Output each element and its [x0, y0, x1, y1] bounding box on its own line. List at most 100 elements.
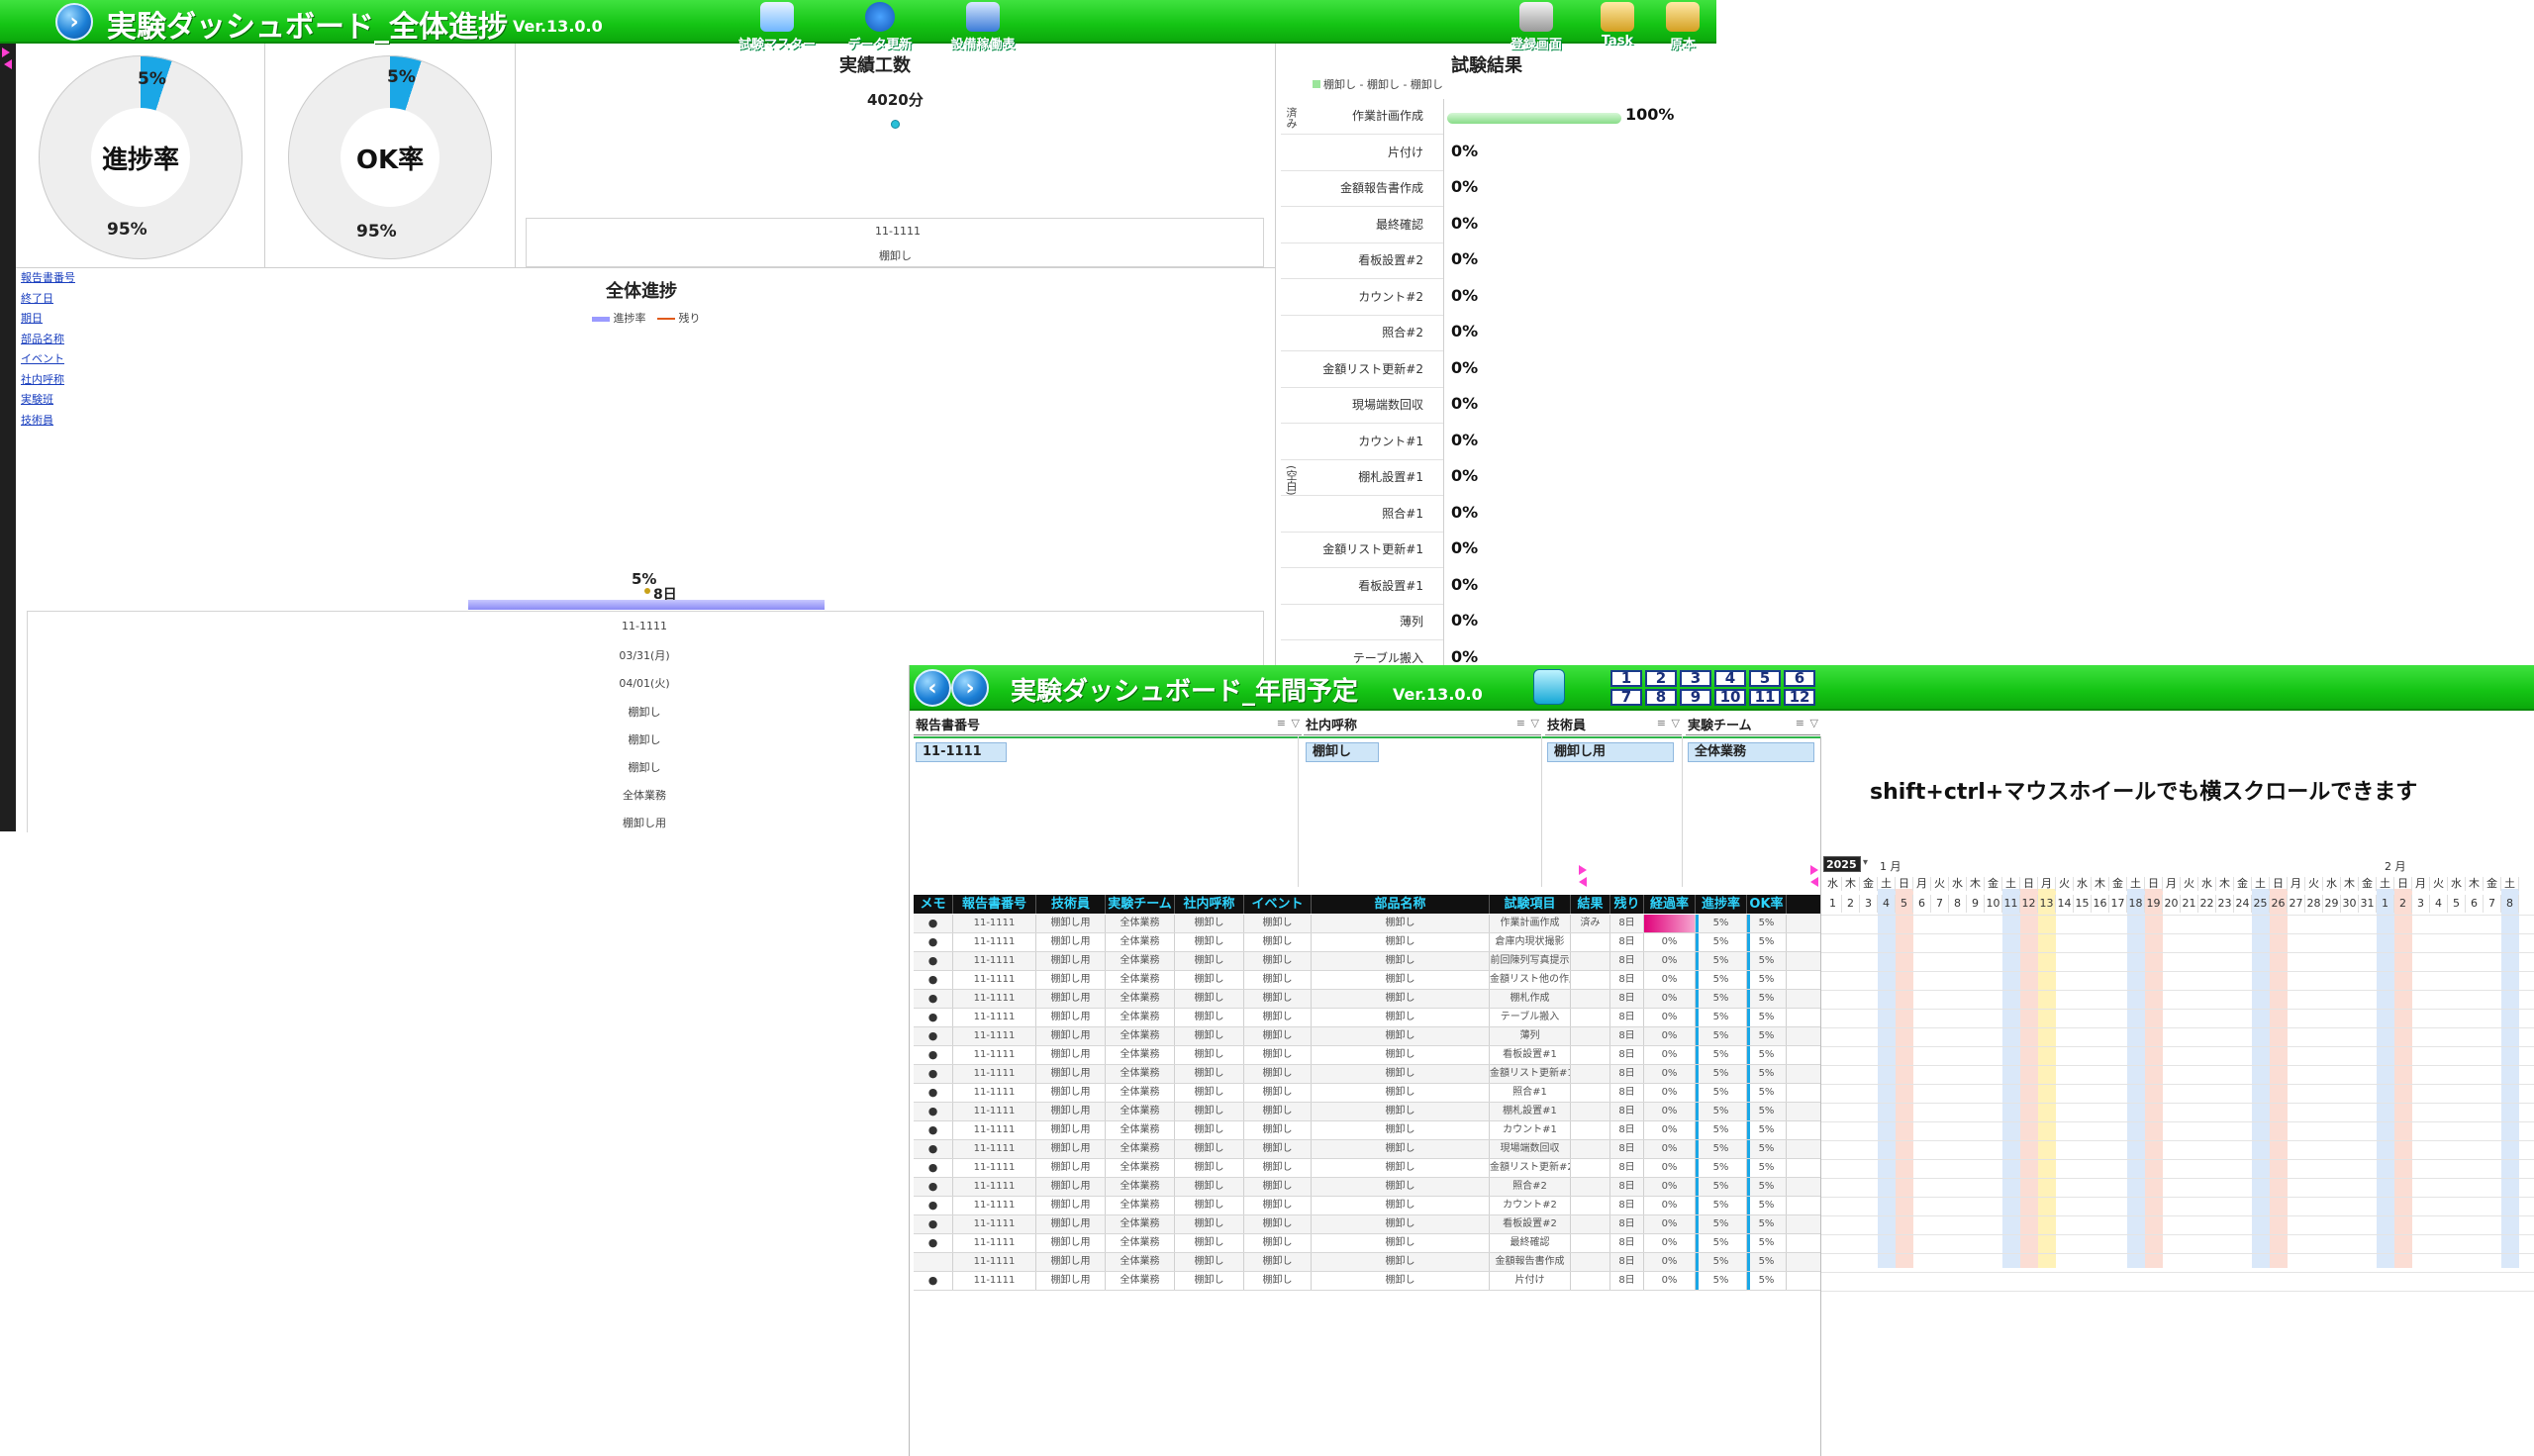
- calendar-day[interactable]: 26: [2270, 895, 2288, 913]
- table-row[interactable]: ● 11-1111 棚卸し用 全体業務 棚卸し 棚卸し 棚卸し 最終確認 8日 0% 5% 5%: [914, 1234, 1820, 1253]
- table-row[interactable]: ● 11-1111 棚卸し用 全体業務 棚卸し 棚卸し 棚卸し 看板設置#2 8日 0% 5% 5%: [914, 1215, 1820, 1234]
- month-button-10[interactable]: 10: [1714, 689, 1746, 706]
- notebook-icon[interactable]: [1533, 669, 1565, 705]
- table-row[interactable]: ● 11-1111 棚卸し用 全体業務 棚卸し 棚卸し 棚卸し カウント#2 8日 0% 5% 5%: [914, 1197, 1820, 1215]
- sort-icon[interactable]: ≡: [1796, 717, 1804, 729]
- month-button-12[interactable]: 12: [1784, 689, 1815, 706]
- field-link[interactable]: 期日: [21, 309, 75, 330]
- column-header[interactable]: 実験チーム: [1106, 895, 1175, 914]
- month-button-7[interactable]: 7: [1610, 689, 1642, 706]
- chip-technician[interactable]: 棚卸し用: [1547, 742, 1674, 762]
- column-header[interactable]: 経過率: [1644, 895, 1696, 914]
- month-button-5[interactable]: 5: [1749, 670, 1781, 687]
- forward-nav-icon[interactable]: ›: [55, 3, 93, 41]
- calendar-day[interactable]: 5: [2448, 895, 2466, 913]
- table-row[interactable]: 11-1111 棚卸し用 全体業務 棚卸し 棚卸し 棚卸し 金額報告書作成 8日 0% 5% 5%: [914, 1253, 1820, 1272]
- table-row[interactable]: ● 11-1111 棚卸し用 全体業務 棚卸し 棚卸し 棚卸し 棚札設置#1 8日 0% 5% 5%: [914, 1103, 1820, 1121]
- calendar-day[interactable]: 16: [2092, 895, 2109, 913]
- calendar-day[interactable]: 21: [2181, 895, 2198, 913]
- calendar-day[interactable]: 3: [2412, 895, 2430, 913]
- sort-icon[interactable]: ≡: [1277, 717, 1286, 729]
- calendar-day[interactable]: 2: [1842, 895, 1860, 913]
- expand-arrow-icon[interactable]: [2, 48, 10, 57]
- chip-team[interactable]: 全体業務: [1688, 742, 1814, 762]
- calendar-day[interactable]: 15: [2074, 895, 2092, 913]
- calendar-day[interactable]: 20: [2163, 895, 2181, 913]
- column-header[interactable]: 部品名称: [1312, 895, 1490, 914]
- table-row[interactable]: ● 11-1111 棚卸し用 全体業務 棚卸し 棚卸し 棚卸し 照合#1 8日 0% 5% 5%: [914, 1084, 1820, 1103]
- calendar-day[interactable]: 24: [2234, 895, 2252, 913]
- calendar-day[interactable]: 12: [2020, 895, 2038, 913]
- table-row[interactable]: ● 11-1111 棚卸し用 全体業務 棚卸し 棚卸し 棚卸し 倉庫内現状撮影 8日 0% 5% 5%: [914, 933, 1820, 952]
- data-refresh-button[interactable]: データ更新: [837, 2, 923, 52]
- chevron-down-icon[interactable]: ▾: [1863, 857, 1868, 868]
- calendar-day[interactable]: 14: [2056, 895, 2074, 913]
- table-row[interactable]: ● 11-1111 棚卸し用 全体業務 棚卸し 棚卸し 棚卸し 金額リスト更新#1 8日 0% 5%…: [914, 1065, 1820, 1084]
- collapse-arrow-icon[interactable]: [1810, 877, 1818, 887]
- field-link[interactable]: 技術員: [21, 411, 75, 432]
- calendar-day[interactable]: 11: [2002, 895, 2020, 913]
- calendar-day[interactable]: 4: [2430, 895, 2448, 913]
- month-button-9[interactable]: 9: [1680, 689, 1711, 706]
- calendar-day[interactable]: 7: [2484, 895, 2501, 913]
- calendar-day[interactable]: 18: [2127, 895, 2145, 913]
- column-header[interactable]: 報告書番号: [953, 895, 1036, 914]
- calendar-day[interactable]: 7: [1931, 895, 1949, 913]
- calendar-day[interactable]: 31: [2359, 895, 2377, 913]
- calendar-day[interactable]: 9: [1967, 895, 1985, 913]
- chip-report-no[interactable]: 11-1111: [916, 742, 1007, 762]
- column-header[interactable]: イベント: [1244, 895, 1312, 914]
- column-header[interactable]: OK率: [1747, 895, 1787, 914]
- month-button-1[interactable]: 1: [1610, 670, 1642, 687]
- field-link[interactable]: 社内呼称: [21, 370, 75, 391]
- expand-arrow-icon[interactable]: [1579, 865, 1587, 875]
- table-row[interactable]: ●11-1111棚卸し用全体業務棚卸し棚卸し棚卸し作業計画作成済み8日0%5%5…: [914, 915, 1820, 933]
- expand-arrow-icon[interactable]: [1810, 865, 1818, 875]
- calendar-day[interactable]: 30: [2341, 895, 2359, 913]
- column-header[interactable]: 技術員: [1036, 895, 1106, 914]
- calendar-day[interactable]: 29: [2323, 895, 2341, 913]
- calendar-day[interactable]: 1: [1824, 895, 1842, 913]
- back-nav-icon[interactable]: ‹: [914, 669, 951, 707]
- test-master-button[interactable]: 試験マスター: [734, 2, 820, 52]
- table-row[interactable]: ● 11-1111 棚卸し用 全体業務 棚卸し 棚卸し 棚卸し 金額リスト更新#2 8日 0% 5%…: [914, 1159, 1820, 1178]
- calendar-day[interactable]: 8: [2501, 895, 2519, 913]
- field-link[interactable]: イベント: [21, 349, 75, 370]
- calendar-day[interactable]: 6: [2466, 895, 2484, 913]
- calendar-day[interactable]: 23: [2216, 895, 2234, 913]
- calendar-day[interactable]: 3: [1860, 895, 1878, 913]
- calendar-day[interactable]: 2: [2394, 895, 2412, 913]
- calendar-day[interactable]: 6: [1913, 895, 1931, 913]
- filter-icon[interactable]: ▽: [1292, 717, 1300, 729]
- field-link[interactable]: 報告書番号: [21, 268, 75, 289]
- calendar-day[interactable]: 28: [2305, 895, 2323, 913]
- calendar-day[interactable]: 13: [2038, 895, 2056, 913]
- calendar-day[interactable]: 5: [1896, 895, 1913, 913]
- filter-icon[interactable]: ▽: [1531, 717, 1539, 729]
- field-link[interactable]: 実験班: [21, 390, 75, 411]
- calendar-day[interactable]: 4: [1878, 895, 1896, 913]
- table-row[interactable]: ● 11-1111 棚卸し用 全体業務 棚卸し 棚卸し 棚卸し カウント#1 8日 0% 5% 5%: [914, 1121, 1820, 1140]
- filter-icon[interactable]: ▽: [1672, 717, 1680, 729]
- column-header[interactable]: 残り: [1610, 895, 1644, 914]
- column-header[interactable]: 試験項目: [1490, 895, 1571, 914]
- month-button-2[interactable]: 2: [1645, 670, 1677, 687]
- month-button-11[interactable]: 11: [1749, 689, 1781, 706]
- column-header[interactable]: 結果: [1571, 895, 1610, 914]
- sort-icon[interactable]: ≡: [1657, 717, 1666, 729]
- month-button-3[interactable]: 3: [1680, 670, 1711, 687]
- filter-icon[interactable]: ▽: [1810, 717, 1818, 729]
- table-row[interactable]: ● 11-1111 棚卸し用 全体業務 棚卸し 棚卸し 棚卸し 薄列 8日 0% 5% 5%: [914, 1027, 1820, 1046]
- calendar-day[interactable]: 10: [1985, 895, 2002, 913]
- table-row[interactable]: ● 11-1111 棚卸し用 全体業務 棚卸し 棚卸し 棚卸し 現場端数回収 8日 0% 5% 5%: [914, 1140, 1820, 1159]
- field-link[interactable]: 終了日: [21, 289, 75, 310]
- table-row[interactable]: ● 11-1111 棚卸し用 全体業務 棚卸し 棚卸し 棚卸し 照合#2 8日 0% 5% 5%: [914, 1178, 1820, 1197]
- calendar-day[interactable]: 19: [2145, 895, 2163, 913]
- calendar-day[interactable]: 25: [2252, 895, 2270, 913]
- calendar-day[interactable]: 8: [1949, 895, 1967, 913]
- calendar-day[interactable]: 17: [2109, 895, 2127, 913]
- task-folder-button[interactable]: Task: [1588, 2, 1647, 49]
- field-link[interactable]: 部品名称: [21, 330, 75, 350]
- table-row[interactable]: ● 11-1111 棚卸し用 全体業務 棚卸し 棚卸し 棚卸し 金額リスト他の作成 8日 0% 5%…: [914, 971, 1820, 990]
- table-row[interactable]: ● 11-1111 棚卸し用 全体業務 棚卸し 棚卸し 棚卸し テーブル搬入 8日 0% 5% 5%: [914, 1009, 1820, 1027]
